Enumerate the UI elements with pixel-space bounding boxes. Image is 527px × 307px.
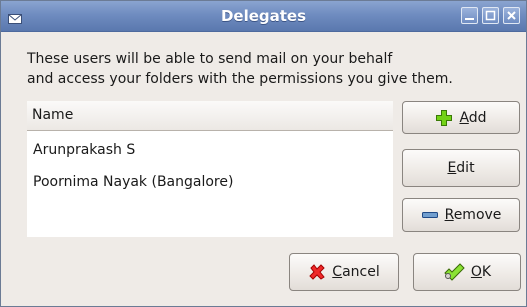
description-line-2: and access your folders with the permiss… xyxy=(27,71,453,87)
list-item[interactable]: Poornima Nayak (Bangalore) xyxy=(27,167,393,197)
window-title: Delegates xyxy=(220,7,307,25)
title-bar[interactable]: Delegates xyxy=(1,1,526,32)
plus-icon xyxy=(435,109,453,127)
edit-button[interactable]: Edit xyxy=(402,149,520,187)
close-button[interactable] xyxy=(503,7,520,24)
minus-icon xyxy=(421,206,439,224)
list-item[interactable]: Arunprakash S xyxy=(27,135,393,165)
cancel-button[interactable]: Cancel xyxy=(289,253,399,291)
remove-button[interactable]: Remove xyxy=(402,198,520,232)
delegates-list[interactable]: Name Arunprakash S Poornima Nayak (Banga… xyxy=(27,101,393,237)
maximize-icon xyxy=(485,10,496,21)
minimize-icon xyxy=(465,18,474,20)
remove-label: Remove xyxy=(444,207,502,223)
close-icon xyxy=(507,11,516,20)
ok-button[interactable]: OK xyxy=(413,253,521,291)
minimize-button[interactable] xyxy=(461,7,478,24)
maximize-button[interactable] xyxy=(482,7,499,24)
add-label: Add xyxy=(459,109,487,126)
ok-label: OK xyxy=(470,264,492,280)
edit-label: Edit xyxy=(447,160,475,176)
cancel-label: Cancel xyxy=(332,264,380,280)
description-text: These users will be able to send mail on… xyxy=(27,49,526,89)
cancel-x-icon xyxy=(308,263,326,281)
description-line-1: These users will be able to send mail on… xyxy=(27,51,393,67)
add-button[interactable]: Add xyxy=(402,101,520,134)
column-header-name[interactable]: Name xyxy=(27,101,393,131)
ok-check-icon xyxy=(443,263,465,281)
delegates-dialog: Delegates These users will be able to se… xyxy=(0,0,527,307)
